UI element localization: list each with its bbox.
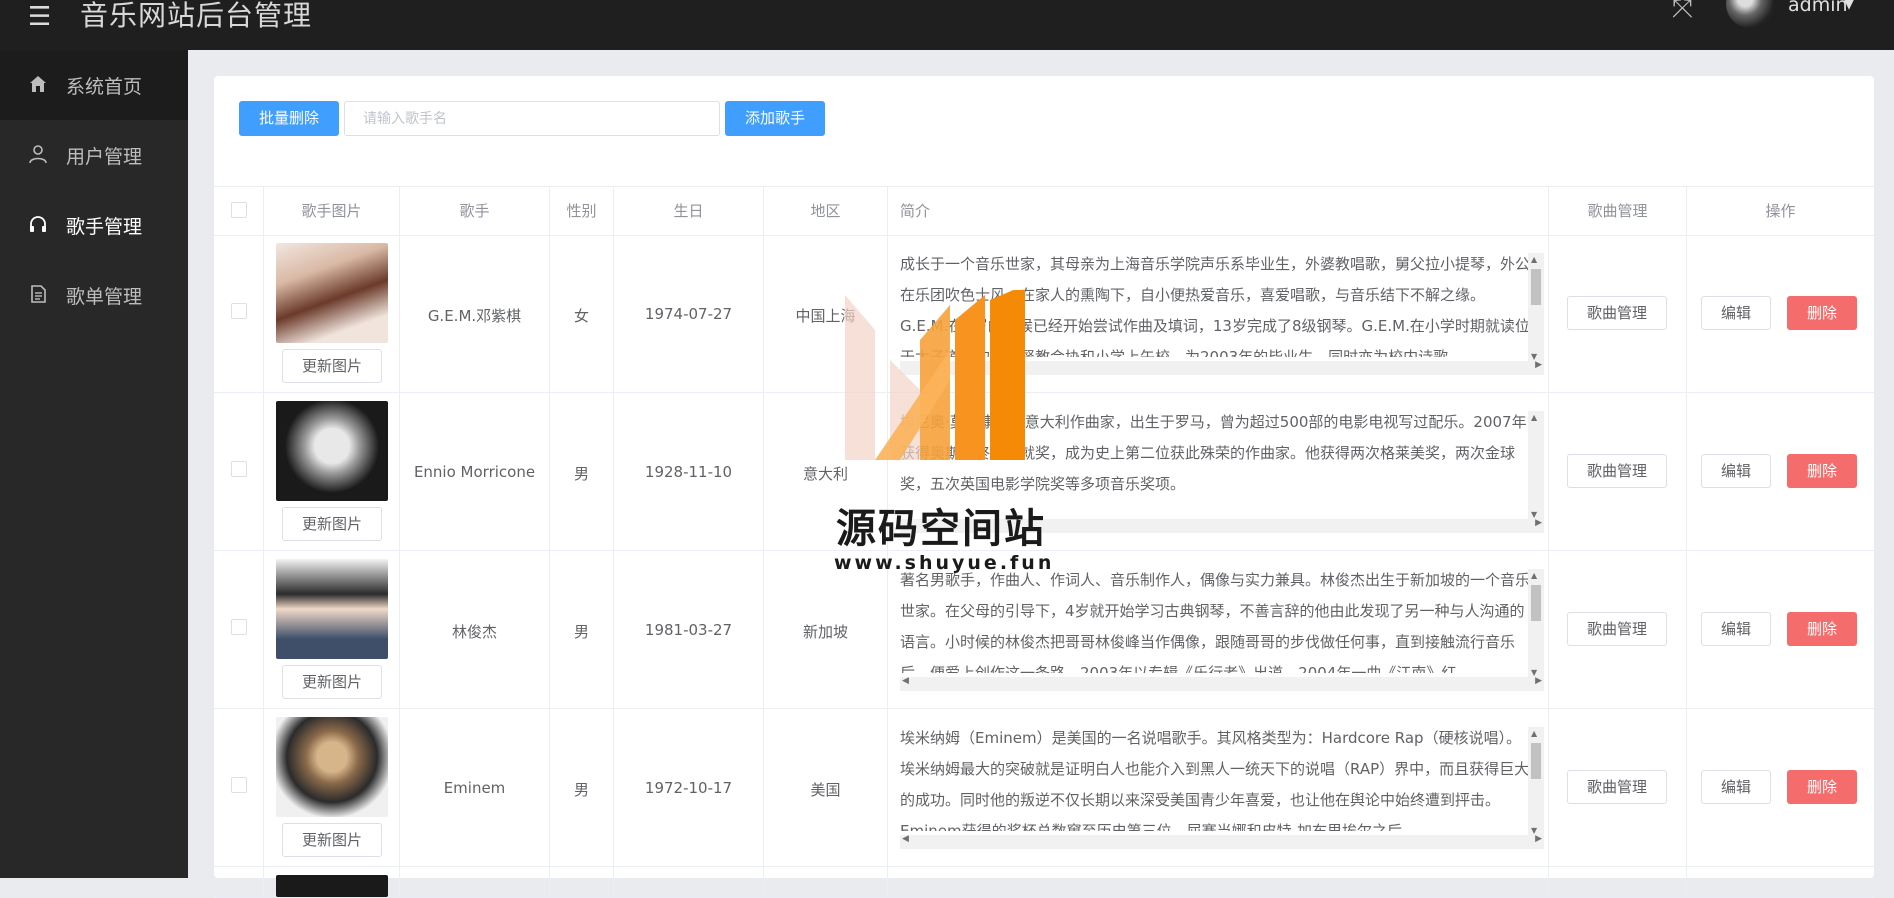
song-management-button[interactable]: 歌曲管理: [1567, 296, 1667, 330]
sidebar-item-label: 歌单管理: [66, 286, 143, 308]
intro-vertical-scrollbar[interactable]: ▲ ▼: [1528, 411, 1544, 521]
table-header: 歌手图片 歌手 性别 生日 地区 简介 歌曲管理 操作: [214, 187, 1874, 236]
singer-gender: 男: [573, 781, 589, 799]
column-header-actions: 操作: [1765, 202, 1796, 220]
intro-horizontal-scrollbar[interactable]: ◀ ▶: [900, 834, 1544, 849]
watermark-title: 源码空间站: [836, 506, 1046, 552]
column-header-songs: 歌曲管理: [1549, 187, 1687, 235]
document-icon: [31, 285, 46, 303]
column-header-gender: 性别: [550, 187, 614, 235]
delete-button[interactable]: 删除: [1787, 612, 1857, 646]
singer-intro: 成长于一个音乐世家，其母亲为上海音乐学院声乐系毕业生，外婆教唱歌，舅父拉小提琴，…: [900, 255, 1531, 357]
row-checkbox[interactable]: [231, 303, 247, 319]
column-header-region: 地区: [764, 187, 888, 235]
singer-intro: 埃米纳姆（Eminem）是美国的一名说唱歌手。其风格类型为：Hardcore R…: [900, 729, 1530, 831]
sidebar: 系统首页 用户管理 歌手管理 歌单管理: [0, 50, 188, 878]
singer-name: Eminem: [443, 779, 506, 797]
edit-button[interactable]: 编辑: [1701, 770, 1771, 804]
sidebar-item-users[interactable]: 用户管理: [0, 120, 188, 190]
singer-name: 林俊杰: [451, 623, 497, 641]
singer-photo: [276, 875, 388, 897]
singer-birthday: 1974-07-27: [644, 305, 733, 323]
singer-name: Ennio Morricone: [413, 463, 536, 481]
singer-intro: 著名男歌手，作曲人、作词人、音乐制作人，偶像与实力兼具。林俊杰出生于新加坡的一个…: [900, 571, 1531, 673]
sidebar-item-singers[interactable]: 歌手管理: [0, 190, 188, 260]
singer-photo: [276, 717, 388, 817]
edit-button[interactable]: 编辑: [1701, 612, 1771, 646]
singer-photo: [276, 243, 388, 343]
add-singer-button[interactable]: 添加歌手: [725, 101, 825, 136]
delete-button[interactable]: 删除: [1787, 770, 1857, 804]
intro-vertical-scrollbar[interactable]: ▲ ▼: [1528, 569, 1544, 679]
sidebar-item-home[interactable]: 系统首页: [0, 50, 188, 120]
singer-birthday: 1972-10-17: [644, 779, 733, 797]
singer-region: 意大利: [802, 465, 848, 483]
table-row: 更新图片 林俊杰 男 1981-03-27 新加坡 著名男歌手，作曲人、作词人、…: [214, 551, 1874, 709]
user-name[interactable]: admin: [1788, 0, 1848, 16]
column-header-birthday: 生日: [614, 187, 764, 235]
table-row: [214, 867, 1874, 898]
singer-photo: [276, 559, 388, 659]
update-image-button[interactable]: 更新图片: [282, 823, 382, 857]
sidebar-item-label: 用户管理: [66, 146, 143, 168]
singer-region: 中国上海: [795, 307, 856, 325]
edit-button[interactable]: 编辑: [1701, 454, 1771, 488]
singer-name: G.E.M.邓紫棋: [427, 307, 522, 325]
table-row: 更新图片 Eminem 男 1972-10-17 美国 埃米纳姆（Eminem）…: [214, 709, 1874, 867]
headphones-icon: [30, 216, 46, 232]
song-management-button[interactable]: 歌曲管理: [1567, 770, 1667, 804]
row-checkbox[interactable]: [231, 461, 247, 477]
caret-down-icon[interactable]: ▼: [1844, 0, 1854, 12]
fullscreen-icon[interactable]: ⤧: [1672, 0, 1693, 25]
edit-button[interactable]: 编辑: [1701, 296, 1771, 330]
singer-search-input[interactable]: [344, 101, 720, 136]
singer-gender: 女: [573, 307, 589, 325]
row-checkbox[interactable]: [231, 777, 247, 793]
singer-gender: 男: [573, 623, 589, 641]
song-management-button[interactable]: 歌曲管理: [1567, 612, 1667, 646]
singer-photo: [276, 401, 388, 501]
intro-vertical-scrollbar[interactable]: ▲ ▼: [1528, 727, 1544, 837]
home-icon: [30, 76, 46, 92]
menu-icon[interactable]: ☰: [28, 2, 51, 32]
singer-table: 歌手图片 歌手 性别 生日 地区 简介 歌曲管理 操作 更新图片 G.E.M.邓…: [214, 186, 1874, 898]
update-image-button[interactable]: 更新图片: [282, 665, 382, 699]
singer-region: 美国: [810, 781, 841, 799]
intro-horizontal-scrollbar[interactable]: ◀ ▶: [900, 676, 1544, 691]
column-header-intro: 简介: [888, 187, 1549, 235]
delete-button[interactable]: 删除: [1787, 454, 1857, 488]
singer-gender: 男: [573, 465, 589, 483]
song-management-button[interactable]: 歌曲管理: [1567, 454, 1667, 488]
delete-button[interactable]: 删除: [1787, 296, 1857, 330]
update-image-button[interactable]: 更新图片: [282, 349, 382, 383]
batch-delete-button[interactable]: 批量删除: [239, 101, 339, 136]
sidebar-item-playlists[interactable]: 歌单管理: [0, 260, 188, 330]
update-image-button[interactable]: 更新图片: [282, 507, 382, 541]
column-header-photo: 歌手图片: [264, 187, 400, 235]
singer-birthday: 1981-03-27: [644, 621, 733, 639]
sidebar-item-label: 系统首页: [66, 76, 143, 98]
watermark-url: www.shuyue.fun: [834, 552, 1055, 574]
sidebar-item-label: 歌手管理: [66, 216, 143, 238]
avatar[interactable]: [1726, 0, 1774, 28]
intro-vertical-scrollbar[interactable]: ▲ ▼: [1528, 253, 1544, 363]
column-header-singer: 歌手: [400, 187, 550, 235]
singer-region: 新加坡: [802, 623, 848, 641]
intro-horizontal-scrollbar[interactable]: ▶: [900, 360, 1544, 375]
select-all-checkbox[interactable]: [231, 202, 247, 218]
singer-management-card: 批量删除 添加歌手 歌手图片 歌手 性别 生日 地区 简介 歌曲管理 操作 更新…: [214, 76, 1874, 898]
top-header: ☰ 音乐网站后台管理 ⤧ admin ▼: [0, 0, 1894, 50]
row-checkbox[interactable]: [231, 619, 247, 635]
singer-birthday: 1928-11-10: [644, 463, 733, 481]
app-title: 音乐网站后台管理: [80, 0, 313, 32]
user-icon: [29, 145, 47, 164]
table-row: 更新图片 G.E.M.邓紫棋 女 1974-07-27 中国上海 成长于一个音乐…: [214, 235, 1874, 393]
